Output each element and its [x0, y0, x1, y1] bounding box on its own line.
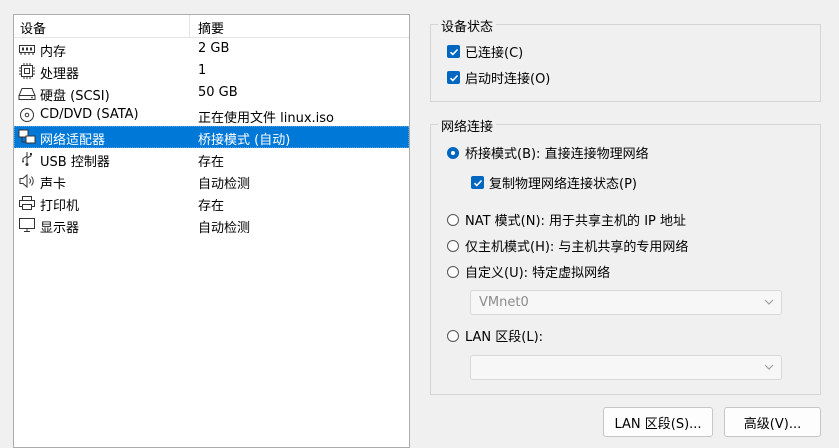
- custom-radio[interactable]: 自定义(U): 特定虚拟网络: [447, 262, 610, 281]
- device-status-group: 设备状态: [430, 16, 821, 102]
- device-row-sound[interactable]: 声卡 自动检测: [14, 170, 409, 192]
- bridged-label: 桥接模式(B): 直接连接物理网络: [465, 147, 649, 162]
- device-summary: 1: [198, 63, 207, 78]
- cd-dvd-icon: [20, 108, 34, 122]
- device-row-processor[interactable]: 处理器 1: [14, 60, 409, 82]
- hard-disk-icon: [18, 88, 36, 100]
- device-name: 声卡: [40, 177, 67, 192]
- checkbox-checked-icon: [447, 45, 460, 58]
- device-name: 显示器: [40, 221, 80, 236]
- host-only-radio[interactable]: 仅主机模式(H): 与主机共享的专用网络: [447, 236, 688, 255]
- device-row-display[interactable]: 显示器 自动检测: [14, 214, 409, 236]
- printer-icon: [19, 196, 35, 210]
- device-name: 硬盘 (SCSI): [40, 89, 110, 104]
- display-icon: [19, 218, 35, 232]
- device-status-title: 设备状态: [438, 16, 497, 35]
- advanced-button[interactable]: 高级(V)...: [724, 407, 821, 437]
- device-summary: 桥接模式 (自动): [198, 133, 291, 148]
- column-divider[interactable]: [189, 15, 190, 37]
- device-list[interactable]: 设备 摘要 内存 2 GB 处理器 1 硬盘 (SCSI) 50 GB CD/D…: [13, 14, 410, 448]
- replicate-state-label: 复制物理网络连接状态(P): [489, 177, 637, 192]
- custom-network-select[interactable]: VMnet0: [470, 290, 782, 315]
- memory-icon: [19, 45, 35, 55]
- device-summary: 正在使用文件 linux.iso: [198, 111, 334, 126]
- radio-unselected-icon: [447, 265, 459, 278]
- lan-segment-radio[interactable]: LAN 区段(L):: [447, 326, 543, 345]
- lan-segments-button[interactable]: LAN 区段(S)...: [603, 407, 713, 437]
- device-row-hard-disk[interactable]: 硬盘 (SCSI) 50 GB: [14, 82, 409, 104]
- device-summary: 存在: [198, 199, 225, 214]
- checkbox-checked-icon: [471, 176, 484, 189]
- radio-unselected-icon: [447, 213, 459, 226]
- lan-segment-label: LAN 区段(L):: [465, 330, 544, 345]
- radio-unselected-icon: [447, 329, 459, 342]
- advanced-button-label: 高级(V)...: [743, 416, 802, 432]
- device-summary: 2 GB: [198, 41, 230, 56]
- lan-segments-button-label: LAN 区段(S)...: [614, 416, 702, 432]
- replicate-state-checkbox[interactable]: 复制物理网络连接状态(P): [471, 173, 637, 192]
- processor-icon: [19, 63, 35, 79]
- bridged-radio[interactable]: 桥接模式(B): 直接连接物理网络: [447, 143, 649, 162]
- chevron-down-icon: [764, 299, 774, 305]
- device-list-header: 设备 摘要: [14, 15, 409, 38]
- sound-icon: [19, 173, 34, 189]
- usb-icon: [22, 152, 32, 166]
- host-only-label: 仅主机模式(H): 与主机共享的专用网络: [465, 240, 689, 255]
- connect-at-power-on-checkbox[interactable]: 启动时连接(O): [447, 68, 550, 87]
- device-summary: 自动检测: [198, 221, 251, 236]
- chevron-down-icon: [764, 364, 774, 370]
- device-name: 网络适配器: [40, 133, 106, 148]
- radio-selected-icon: [447, 146, 459, 159]
- device-name: CD/DVD (SATA): [40, 107, 139, 122]
- nat-label: NAT 模式(N): 用于共享主机的 IP 地址: [465, 214, 687, 229]
- connected-label: 已连接(C): [465, 46, 524, 61]
- custom-network-value: VMnet0: [479, 295, 529, 310]
- device-name: USB 控制器: [40, 155, 110, 170]
- device-summary: 自动检测: [198, 177, 251, 192]
- column-header-device[interactable]: 设备: [20, 18, 46, 37]
- device-name: 打印机: [40, 199, 80, 214]
- network-connection-title: 网络连接: [438, 116, 497, 135]
- device-row-cd-dvd[interactable]: CD/DVD (SATA) 正在使用文件 linux.iso: [14, 104, 409, 126]
- device-name: 处理器: [40, 67, 80, 82]
- device-row-network-adapter[interactable]: 网络适配器 桥接模式 (自动): [14, 126, 409, 148]
- checkbox-checked-icon: [447, 71, 460, 84]
- device-row-memory[interactable]: 内存 2 GB: [14, 38, 409, 60]
- device-summary: 50 GB: [198, 85, 238, 100]
- nat-radio[interactable]: NAT 模式(N): 用于共享主机的 IP 地址: [447, 210, 686, 229]
- connect-at-power-on-label: 启动时连接(O): [465, 72, 551, 87]
- device-row-usb[interactable]: USB 控制器 存在: [14, 148, 409, 170]
- network-adapter-icon: [18, 129, 36, 144]
- device-summary: 存在: [198, 155, 225, 170]
- device-row-printer[interactable]: 打印机 存在: [14, 192, 409, 214]
- device-name: 内存: [40, 45, 67, 60]
- column-header-summary[interactable]: 摘要: [198, 18, 224, 37]
- connected-checkbox[interactable]: 已连接(C): [447, 42, 523, 61]
- lan-segment-select[interactable]: [470, 355, 782, 380]
- custom-label: 自定义(U): 特定虚拟网络: [465, 266, 611, 281]
- radio-unselected-icon: [447, 239, 459, 252]
